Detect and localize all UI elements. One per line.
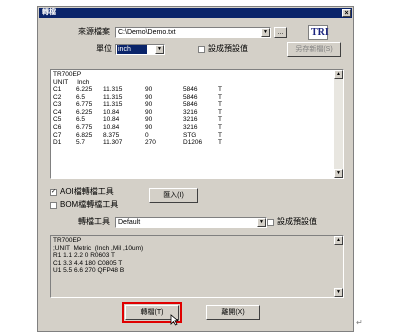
scroll-up-icon[interactable]: ▲ [334,70,343,79]
tri-logo: TRI [308,25,329,40]
exit-button[interactable]: 離開(X) [206,305,260,320]
scroll-down-icon[interactable]: ▼ [334,288,343,297]
tool-value: Default [118,219,141,226]
scroll-up-icon[interactable]: ▲ [334,236,343,245]
preview-scrollbar[interactable]: ▲ ▼ [334,70,343,178]
chevron-down-icon[interactable]: ▼ [257,218,266,227]
bom-tool-checkbox[interactable] [50,202,57,209]
table-row: C7 6.825 8.375 0 STG T [53,131,222,139]
tool-default-checkbox[interactable] [267,219,274,226]
table-row: C4 6.225 10.84 90 3216 T [53,108,222,116]
table-row: C3 6.775 11.315 90 5846 T [53,101,222,109]
source-file-label: 來源檔案 [78,27,110,36]
unit-label: 單位 [96,44,112,53]
table-row: C6 6.775 10.84 90 3216 T [53,123,222,131]
save-as-new-button[interactable]: 另存新檔(S) [287,42,341,57]
browse-button[interactable]: ... [274,27,287,38]
table-row: C2 6.5 11.315 90 5846 T [53,93,222,101]
table-row: D1 5.7 11.307 270 D1206 T [53,139,222,147]
bom-tool-label: BOM檔轉檔工具 [60,200,119,209]
output-text: TR700EP ;UNIT Metric (Inch ,Mil ,10um) R… [53,237,144,275]
unit-default-checkbox[interactable] [198,46,205,53]
close-icon[interactable]: × [342,9,351,17]
unit-value: inch [117,45,147,54]
tool-combo[interactable]: Default ▼ [115,217,267,228]
source-file-value: C:\Demo\Demo.txt [118,29,176,36]
scroll-down-icon[interactable]: ▼ [334,169,343,178]
import-button[interactable]: 匯入(I) [149,188,198,203]
preview-header: TR700EP UNIT Inch [53,71,90,86]
aoi-tool-checkbox[interactable]: ✓ [50,189,57,196]
preview-table: C1 6.225 11.315 90 5846 T C2 6.5 11.315 90 5846 T … [53,86,222,147]
source-file-combo[interactable]: C:\Demo\Demo.txt ▼ [115,27,271,38]
chevron-down-icon[interactable]: ▼ [261,28,270,37]
convert-dialog: 轉檔 × 來源檔案 C:\Demo\Demo.txt ▼ ... TRI 單位 … [37,6,354,332]
aoi-tool-label: AOI檔轉檔工具 [60,187,114,196]
unit-combo[interactable]: inch ▼ [115,44,165,55]
output-preview-box[interactable]: TR700EP ;UNIT Metric (Inch ,Mil ,10um) R… [50,235,344,298]
tool-default-label: 設成預設值 [277,217,317,226]
output-scrollbar[interactable]: ▲ ▼ [334,236,343,297]
table-row: C5 6.5 10.84 90 3216 T [53,116,222,124]
tool-label: 轉檔工具 [78,217,110,226]
cursor-icon [170,314,179,326]
file-preview-box[interactable]: TR700EP UNIT Inch C1 6.225 11.315 90 5846 T C… [50,69,344,179]
title-bar: 轉檔 × [39,8,352,18]
chevron-down-icon[interactable]: ▼ [155,45,164,54]
dialog-title: 轉檔 [42,9,56,16]
unit-default-label: 設成預設值 [208,44,248,53]
table-row: C1 6.225 11.315 90 5846 T [53,86,222,93]
return-mark-icon: ↵ [356,318,363,327]
